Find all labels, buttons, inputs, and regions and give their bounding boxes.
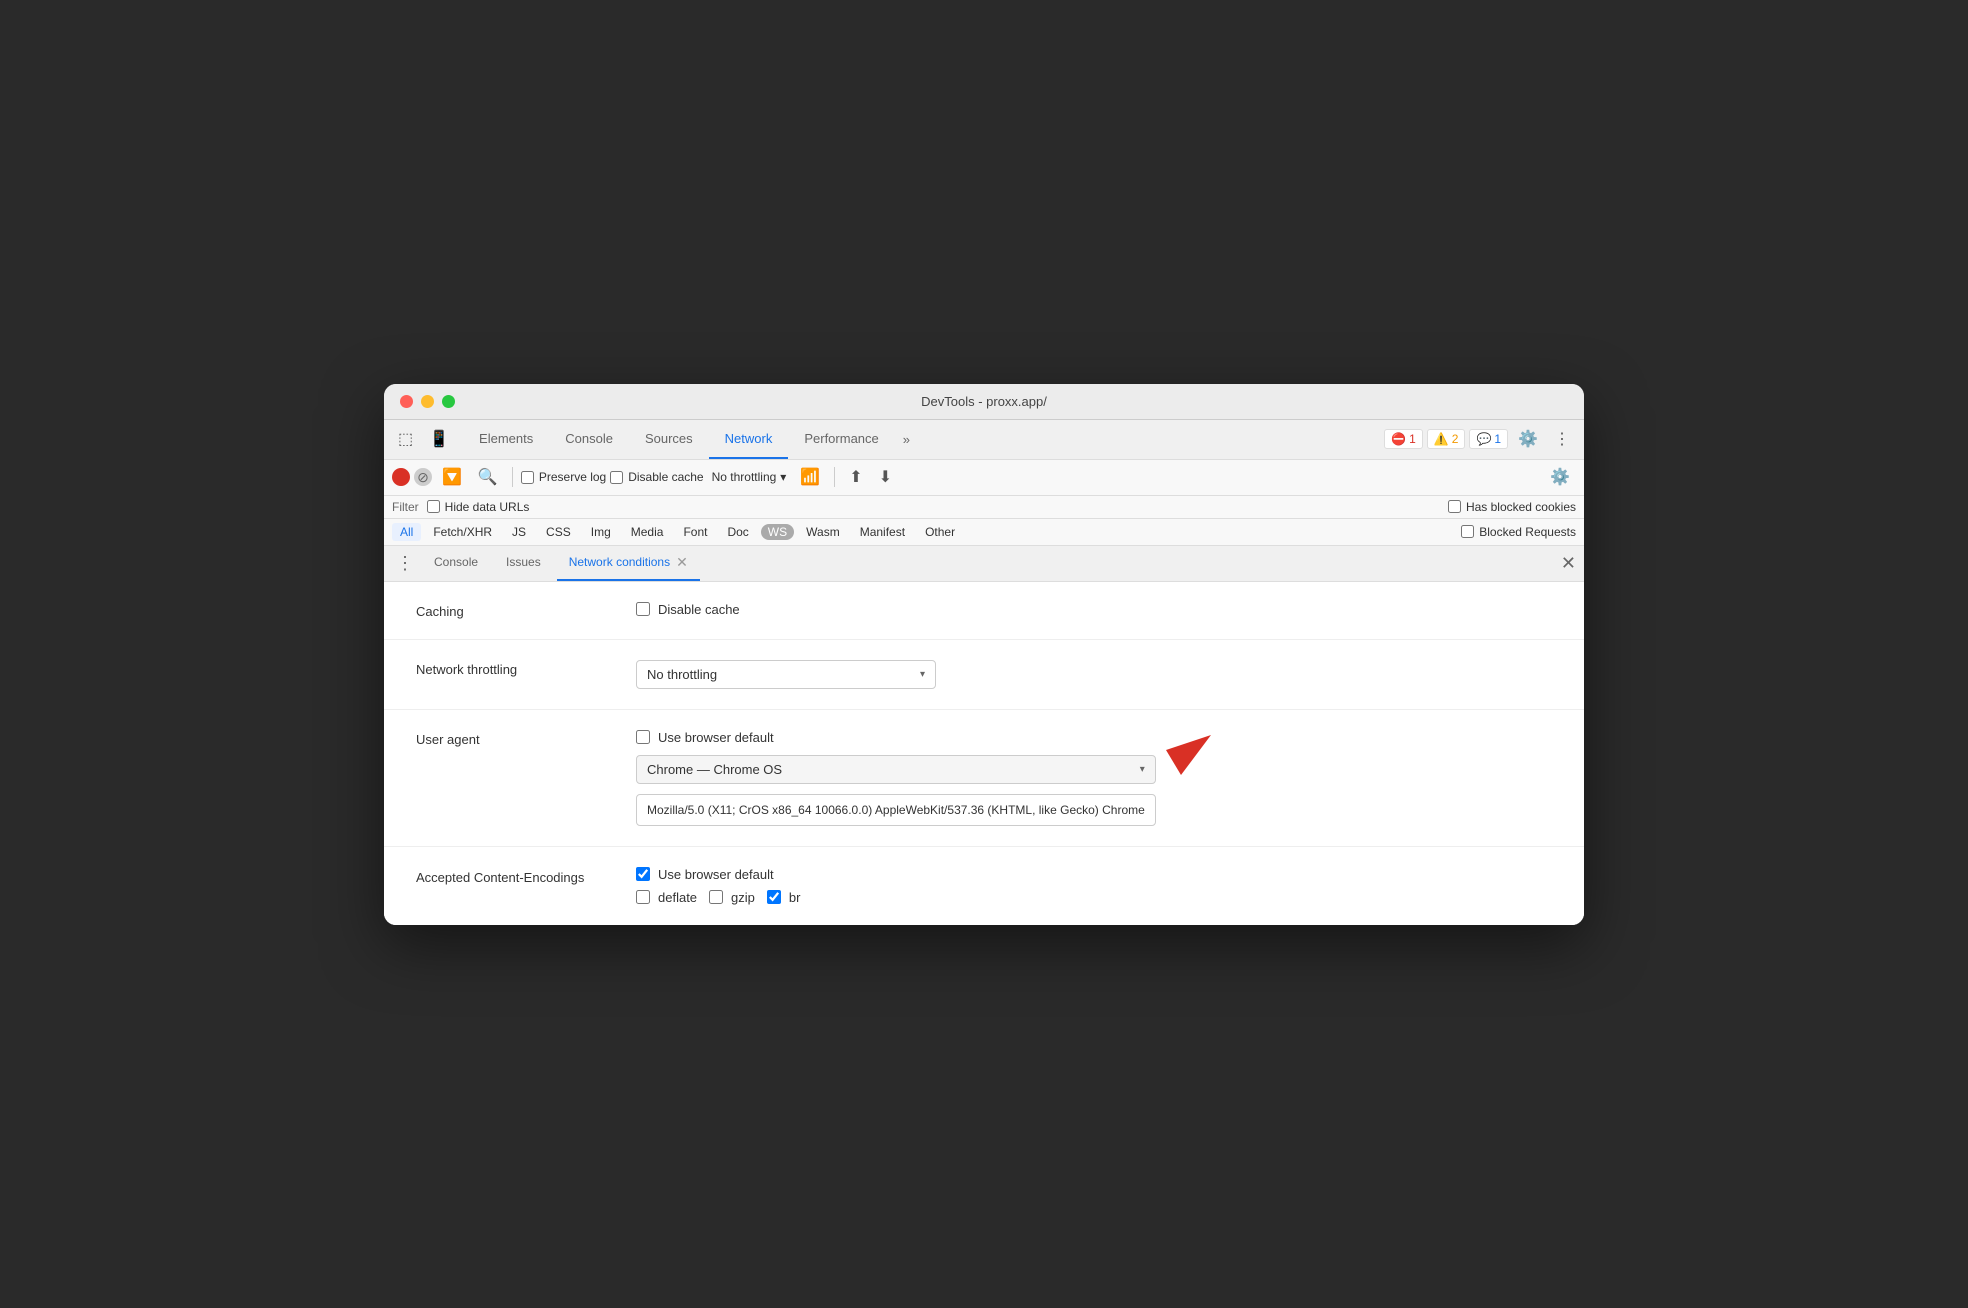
device-icon[interactable]: 📱 xyxy=(423,425,455,453)
ua-string-display: Mozilla/5.0 (X11; CrOS x86_64 10066.0.0)… xyxy=(636,794,1156,826)
user-agent-select[interactable]: Chrome — Chrome OS ▾ xyxy=(636,755,1156,784)
settings-icon[interactable]: ⚙️ xyxy=(1512,425,1544,453)
encodings-label: Accepted Content-Encodings xyxy=(416,867,596,887)
chevron-down-icon: ▾ xyxy=(920,669,925,680)
gzip-checkbox[interactable]: gzip xyxy=(709,890,755,905)
resource-type-font[interactable]: Font xyxy=(675,523,715,541)
preserve-log-input[interactable] xyxy=(521,471,534,484)
filter-icon[interactable]: 🔽 xyxy=(436,463,468,491)
gzip-input[interactable] xyxy=(709,890,723,904)
throttling-controls: No throttling ▾ xyxy=(636,660,936,689)
use-browser-default-input[interactable] xyxy=(636,730,650,744)
titlebar: DevTools - proxx.app/ xyxy=(384,384,1584,420)
network-settings-icon[interactable]: ⚙️ xyxy=(1544,463,1576,491)
download-icon[interactable]: ⬇ xyxy=(873,463,898,491)
divider-1 xyxy=(512,467,513,487)
tab-bar-right: ⛔ 1 ⚠️ 2 💬 1 ⚙️ ⋮ xyxy=(1384,425,1576,453)
filter-row: Filter Hide data URLs Has blocked cookie… xyxy=(384,496,1584,519)
close-button[interactable] xyxy=(400,395,413,408)
panel-content: Caching Disable cache Network throttling… xyxy=(384,582,1584,925)
resource-type-img[interactable]: Img xyxy=(583,523,619,541)
bottom-tabs-more-icon[interactable]: ⋮ xyxy=(392,549,418,578)
resource-type-doc[interactable]: Doc xyxy=(719,523,756,541)
hide-data-urls-checkbox[interactable]: Hide data URLs xyxy=(427,500,530,514)
network-toolbar: ⊘ 🔽 🔍 Preserve log Disable cache No thro… xyxy=(384,460,1584,496)
throttle-select[interactable]: No throttling ▾ xyxy=(708,468,791,486)
info-badge[interactable]: 💬 1 xyxy=(1469,429,1508,449)
has-blocked-cookies-checkbox[interactable]: Has blocked cookies xyxy=(1448,500,1576,514)
divider-2 xyxy=(834,467,835,487)
disable-cache-input[interactable] xyxy=(610,471,623,484)
arrow-annotation xyxy=(1146,725,1216,790)
more-tabs-button[interactable]: » xyxy=(895,419,918,459)
throttling-section: Network throttling No throttling ▾ xyxy=(384,640,1584,710)
resource-type-ws[interactable]: WS xyxy=(761,524,794,540)
resource-type-wasm[interactable]: Wasm xyxy=(798,523,848,541)
more-options-icon[interactable]: ⋮ xyxy=(1548,425,1576,453)
bottom-tab-bar: ⋮ Console Issues Network conditions ✕ ✕ xyxy=(384,546,1584,582)
close-panel-button[interactable]: ✕ xyxy=(1561,553,1576,574)
search-icon[interactable]: 🔍 xyxy=(472,463,504,491)
blocked-requests-input[interactable] xyxy=(1461,525,1474,538)
caching-section: Caching Disable cache xyxy=(384,582,1584,640)
caching-label: Caching xyxy=(416,602,596,619)
resource-type-js[interactable]: JS xyxy=(504,523,534,541)
throttling-select[interactable]: No throttling ▾ xyxy=(636,660,936,689)
use-browser-default-row[interactable]: Use browser default xyxy=(636,730,1156,745)
main-tab-bar: ⬚ 📱 Elements Console Sources Network Per… xyxy=(384,420,1584,460)
minimize-button[interactable] xyxy=(421,395,434,408)
tab-network[interactable]: Network xyxy=(709,419,789,459)
stop-button[interactable]: ⊘ xyxy=(414,468,432,486)
user-agent-controls: Use browser default Chrome — Chrome OS ▾ xyxy=(636,730,1156,826)
main-tabs: Elements Console Sources Network Perform… xyxy=(463,419,1384,459)
tab-network-conditions[interactable]: Network conditions ✕ xyxy=(557,545,700,581)
maximize-button[interactable] xyxy=(442,395,455,408)
encodings-options-row: deflate gzip br xyxy=(636,890,800,905)
tab-performance[interactable]: Performance xyxy=(788,419,894,459)
user-agent-section: User agent Use browser default Chrome — … xyxy=(384,710,1584,847)
resource-type-all[interactable]: All xyxy=(392,523,421,541)
deflate-checkbox[interactable]: deflate xyxy=(636,890,697,905)
window-title: DevTools - proxx.app/ xyxy=(921,394,1047,409)
tab-console[interactable]: Console xyxy=(549,419,629,459)
filter-label: Filter xyxy=(392,500,419,514)
tab-console-bottom[interactable]: Console xyxy=(422,545,490,581)
close-tab-icon[interactable]: ✕ xyxy=(676,554,688,571)
encodings-use-browser-default-row[interactable]: Use browser default xyxy=(636,867,800,882)
warning-badge[interactable]: ⚠️ 2 xyxy=(1427,429,1466,449)
hide-data-urls-input[interactable] xyxy=(427,500,440,513)
cursor-icon[interactable]: ⬚ xyxy=(392,425,419,453)
wifi-settings-icon[interactable]: 📶 xyxy=(794,463,826,491)
tab-sources[interactable]: Sources xyxy=(629,419,709,459)
tab-bar-icons: ⬚ 📱 xyxy=(392,425,455,453)
resource-type-manifest[interactable]: Manifest xyxy=(852,523,913,541)
resource-type-other[interactable]: Other xyxy=(917,523,963,541)
has-blocked-cookies-input[interactable] xyxy=(1448,500,1461,513)
ua-chevron-down-icon: ▾ xyxy=(1140,764,1145,775)
preserve-log-checkbox[interactable]: Preserve log xyxy=(521,470,606,484)
resource-types-bar: All Fetch/XHR JS CSS Img Media Font Doc … xyxy=(384,519,1584,546)
caching-controls: Disable cache xyxy=(636,602,740,617)
deflate-input[interactable] xyxy=(636,890,650,904)
resource-type-media[interactable]: Media xyxy=(623,523,672,541)
encodings-controls: Use browser default deflate gzip xyxy=(636,867,800,905)
tab-issues-bottom[interactable]: Issues xyxy=(494,545,553,581)
resource-type-css[interactable]: CSS xyxy=(538,523,579,541)
caching-disable-cache-input[interactable] xyxy=(636,602,650,616)
encodings-section: Accepted Content-Encodings Use browser d… xyxy=(384,847,1584,925)
disable-cache-checkbox[interactable]: Disable cache xyxy=(610,470,703,484)
throttling-label: Network throttling xyxy=(416,660,596,677)
error-badge[interactable]: ⛔ 1 xyxy=(1384,429,1423,449)
resource-type-fetch-xhr[interactable]: Fetch/XHR xyxy=(425,523,500,541)
traffic-lights xyxy=(400,395,455,408)
blocked-requests-checkbox[interactable]: Blocked Requests xyxy=(1461,525,1576,539)
tab-elements[interactable]: Elements xyxy=(463,419,549,459)
upload-icon[interactable]: ⬆ xyxy=(843,463,868,491)
br-input[interactable] xyxy=(767,890,781,904)
record-button[interactable] xyxy=(392,468,410,486)
br-checkbox[interactable]: br xyxy=(767,890,801,905)
disable-cache-row[interactable]: Disable cache xyxy=(636,602,740,617)
user-agent-label: User agent xyxy=(416,730,596,747)
encodings-browser-default-input[interactable] xyxy=(636,867,650,881)
